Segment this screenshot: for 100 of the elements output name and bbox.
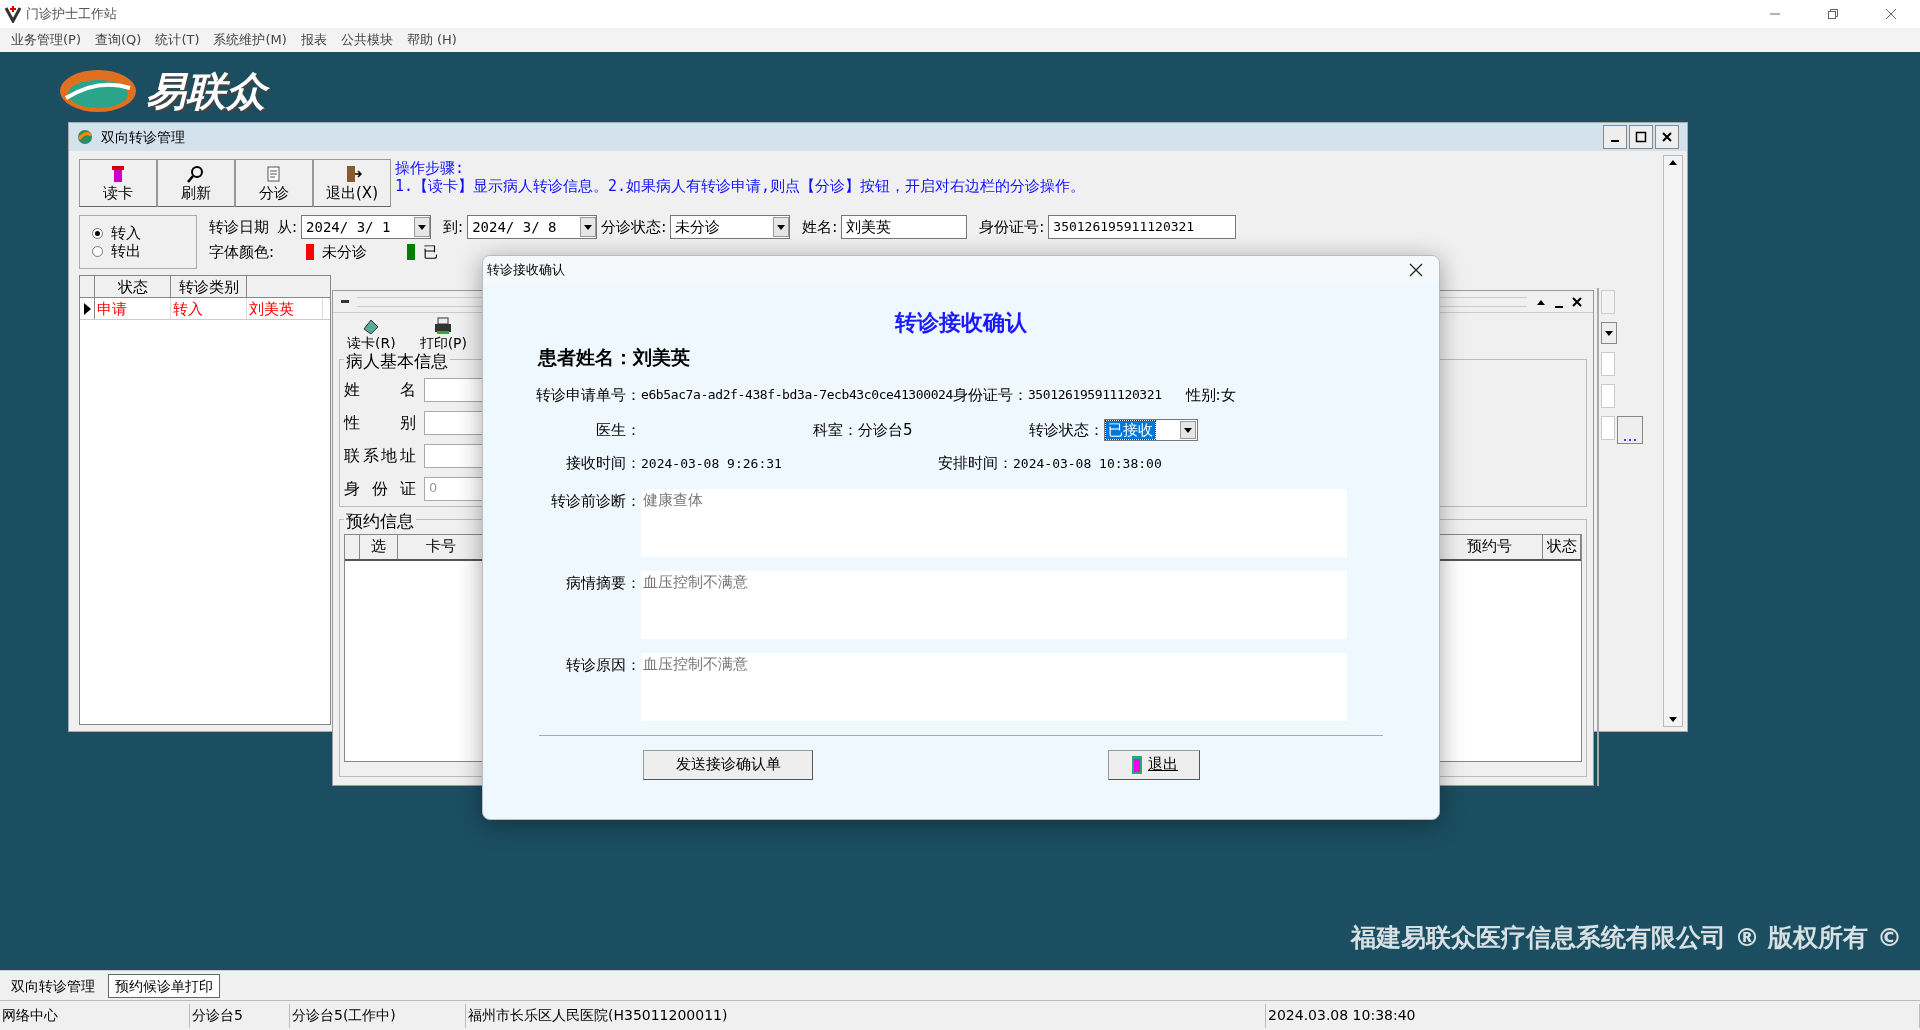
toolbar-button[interactable]: 退出(X)	[313, 159, 391, 207]
note-field[interactable]: 血压控制不满意	[641, 652, 1347, 721]
window-logo-icon	[77, 129, 93, 145]
minimize-button[interactable]	[1603, 125, 1627, 149]
close-icon	[1661, 131, 1673, 143]
maximize-icon	[1635, 131, 1647, 143]
status-dropdown[interactable]: 未分诊	[670, 215, 791, 239]
doctor-label: 医生：	[595, 419, 641, 441]
table-cell: 转入	[171, 298, 247, 319]
search-icon	[186, 163, 206, 184]
input-field[interactable]	[1601, 384, 1615, 408]
id-label: 身份证号：	[952, 384, 1028, 406]
from-label: 从:	[277, 216, 298, 238]
status-bar-section: 福州市长乐区人民医院(H35011200011)	[466, 1003, 1266, 1028]
close-button[interactable]	[1655, 125, 1679, 149]
menu-item[interactable]: 统计(T)	[148, 30, 207, 50]
maximize-button[interactable]	[1629, 125, 1653, 149]
field-label: 姓 名	[344, 378, 416, 401]
name-field[interactable]: 刘美英	[841, 215, 968, 239]
toolbar-button[interactable]: 分诊	[235, 159, 313, 207]
panel-controls-icon	[1535, 294, 1585, 309]
window-tab[interactable]: 预约候诊单打印	[108, 974, 220, 998]
restore-icon	[1827, 8, 1839, 20]
id-label: 身份证号:	[979, 216, 1045, 238]
menu-item[interactable]: 业务管理(P)	[4, 30, 88, 50]
status-bar-section: 分诊台5	[190, 1003, 290, 1028]
date-label: 转诊日期	[209, 216, 269, 238]
table-cell: 刘美英	[247, 298, 323, 319]
received-time-label: 接收时间：	[565, 453, 641, 474]
received-time: 2024-03-08 9:26:31	[641, 454, 783, 473]
toolbar-button[interactable]: 刷新	[157, 159, 235, 207]
request-number-label: 转诊申请单号：	[535, 384, 641, 406]
close-icon	[1885, 8, 1897, 20]
app-logo-icon	[4, 5, 22, 23]
minimize-icon	[1611, 140, 1619, 142]
patient-name: 刘美英	[633, 345, 690, 370]
department-label: 科室：	[813, 419, 858, 441]
note-field[interactable]: 健康查体	[641, 488, 1347, 557]
send-button[interactable]: 发送接诊确认单	[643, 749, 813, 780]
field-label: 性 别	[344, 411, 416, 434]
toolbar-button[interactable]: 读卡	[79, 159, 157, 207]
scheduled-time: 2024-03-08 10:38:00	[1013, 454, 1162, 473]
status-bar-section: 网络中心	[0, 1003, 190, 1028]
legend-text: 已	[423, 242, 439, 263]
instruction-text: 1.【读卡】显示病人转诊信息。2.如果病人有转诊申请,则点【分诊】按钮，开启对右边栏的分诊操作。	[395, 177, 1086, 195]
note-label: 转诊前诊断：	[550, 490, 641, 512]
list-row[interactable]: 申请 转入 刘美英	[80, 298, 330, 320]
status-label: 分诊状态:	[601, 216, 667, 238]
menu-item[interactable]: 系统维护(M)	[206, 30, 294, 50]
legend-text: 未分诊	[322, 242, 368, 263]
app-title: 门诊护士工作站	[26, 5, 117, 24]
id-number: 350126195911120321	[1027, 386, 1162, 404]
input-field[interactable]	[1601, 416, 1615, 440]
browse-button[interactable]	[1617, 416, 1643, 444]
close-icon	[1409, 263, 1423, 277]
dialog-title: 转诊接收确认	[487, 261, 565, 280]
department-value: 分诊台5	[858, 419, 914, 441]
exit-button[interactable]: 退出	[1108, 749, 1200, 780]
column-header: 选	[360, 534, 398, 559]
menu-item[interactable]: 公共模块	[333, 30, 400, 50]
field-label: 身 份 证	[344, 477, 416, 500]
window-title: 双向转诊管理	[101, 127, 185, 147]
to-label: 到:	[443, 216, 464, 238]
menu-item[interactable]: 报表	[293, 30, 334, 50]
window-tab[interactable]: 双向转诊管理	[4, 974, 102, 998]
to-date-field[interactable]: 2024/ 3/ 8	[467, 215, 598, 239]
vertical-scrollbar[interactable]	[1663, 155, 1683, 727]
dialog-heading: 转诊接收确认	[895, 308, 1027, 337]
name-label: 姓名:	[802, 216, 838, 238]
request-number: e6b5ac7a-ad2f-438f-bd3a-7ecb43c0ce41300024	[641, 386, 953, 404]
status-dropdown[interactable]: 已接收	[1104, 419, 1198, 441]
patient-name-label: 患者姓名：	[538, 345, 633, 370]
logo-icon	[58, 68, 138, 114]
legend-label: 字体颜色:	[209, 242, 275, 263]
instruction-text: 操作步骤:	[395, 159, 466, 177]
note-field[interactable]: 血压控制不满意	[641, 570, 1347, 639]
door-icon	[1130, 754, 1144, 775]
menu-item[interactable]: 查询(Q)	[88, 30, 149, 50]
column-header: 转诊类别	[171, 276, 247, 297]
gender-text: 性别:女	[1185, 384, 1236, 406]
table-cell: 申请	[95, 298, 171, 319]
status-bar-section: 2024.03.08 10:38:40	[1266, 1003, 1920, 1028]
status-bar-section: 分诊台5(工作中)	[290, 1003, 466, 1028]
from-date-field[interactable]: 2024/ 3/ 1	[301, 215, 432, 239]
radio-option[interactable]: 转入	[92, 224, 184, 242]
dropdown-arrow-icon	[1605, 330, 1613, 336]
column-header: 状态	[95, 276, 171, 297]
printer-icon	[433, 317, 454, 335]
column-header: 状态	[1543, 534, 1581, 559]
status-label: 转诊状态：	[1028, 419, 1104, 441]
scheduled-time-label: 安排时间：	[937, 453, 1013, 474]
radio-option[interactable]: 转出	[92, 242, 184, 260]
note-label: 病情摘要：	[565, 572, 641, 594]
row-pointer-icon	[83, 302, 91, 315]
dropdown-button[interactable]	[1601, 322, 1617, 344]
input-field[interactable]	[1601, 290, 1615, 314]
input-field[interactable]	[1601, 352, 1615, 376]
menu-item[interactable]: 帮助 (H)	[399, 30, 464, 50]
copyright-text: 福建易联众医疗信息系统有限公司 ® 版权所有 ©	[1350, 921, 1902, 954]
id-field[interactable]: 350126195911120321	[1048, 215, 1237, 239]
